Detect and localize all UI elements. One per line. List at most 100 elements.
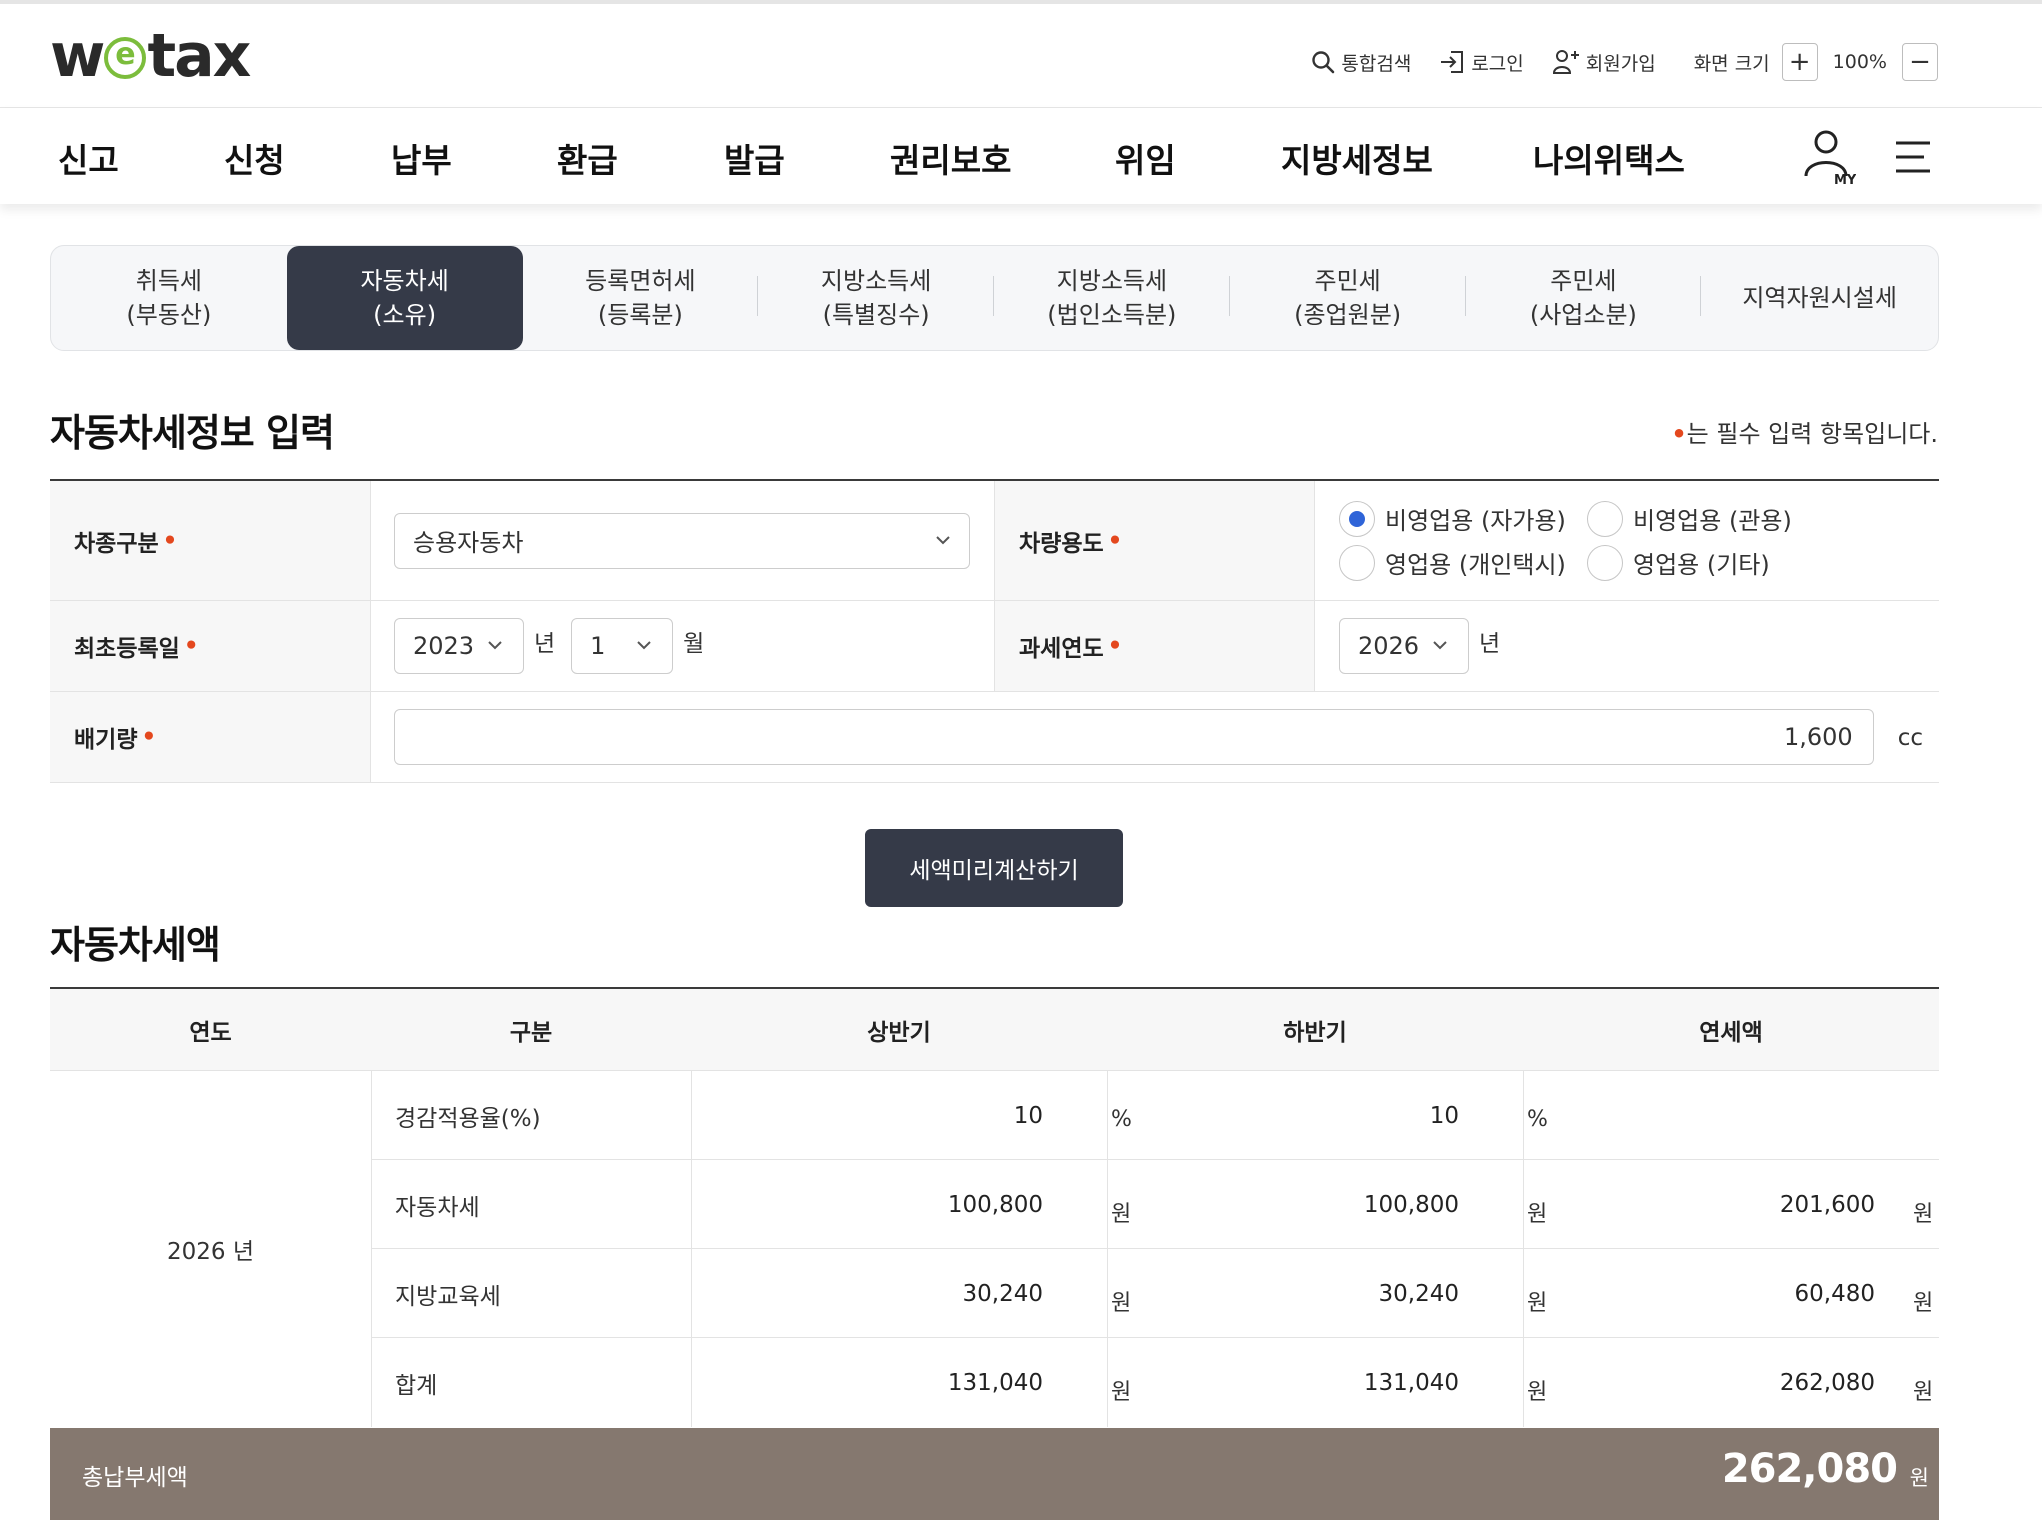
zoom-out-button[interactable]: −	[1902, 43, 1938, 81]
row-category: 자동차세	[395, 1194, 480, 1221]
header-annual: 연세액	[1699, 1020, 1763, 1046]
year-unit: 년	[1479, 631, 1501, 657]
nav-item-payment[interactable]: 납부	[391, 134, 452, 182]
radio-non-commercial-government[interactable]: 비영업용 (관용)	[1587, 499, 1837, 539]
tab-label-line1: 지역자원시설세	[1742, 284, 1897, 312]
tab-label-line2: (등록분)	[597, 301, 683, 329]
result-table-header: 연도 구분 상반기 하반기 연세액	[50, 989, 1939, 1071]
search-icon	[1312, 51, 1335, 74]
radio-label: 비영업용 (자가용)	[1385, 507, 1566, 535]
radio-circle	[1339, 544, 1375, 581]
table-divider	[1107, 1071, 1108, 1427]
search-link[interactable]: 통합검색	[1311, 49, 1411, 76]
form-row-displacement: 배기량• cc	[50, 692, 1939, 783]
tab-regional-resource-facility-tax[interactable]: 지역자원시설세	[1701, 246, 1938, 350]
table-row: 지방교육세 30,240 원 30,240 원 60,480 원	[371, 1249, 1939, 1338]
first-registration-year-value: 2023	[413, 632, 475, 660]
add-user-icon	[1552, 50, 1579, 74]
logo-text-tax: tax	[147, 21, 251, 91]
main-nav: 신고 신청 납부 환급 발급 권리보호 위임 지방세정보 나의위택스 MY	[0, 108, 2042, 204]
tab-resident-tax-employee[interactable]: 주민세 (종업원분)	[1230, 246, 1466, 350]
logo-e-circle: e	[104, 37, 147, 79]
login-icon	[1441, 51, 1464, 73]
chevron-down-icon	[637, 641, 651, 650]
my-page-icon[interactable]: MY	[1800, 126, 1856, 186]
radio-commercial-private-taxi[interactable]: 영업용 (개인택시)	[1339, 543, 1587, 583]
result-section-title: 자동차세액	[50, 923, 221, 967]
radio-circle	[1587, 544, 1623, 581]
radio-non-commercial-private[interactable]: 비영업용 (자가용)	[1339, 499, 1587, 539]
row-category: 지방교육세	[395, 1283, 501, 1310]
row-category: 합계	[395, 1372, 438, 1399]
site-header: w e tax 통합검색 로그인 회원가입 화면 크기 + 100% −	[0, 4, 2042, 108]
tab-registration-license-tax[interactable]: 등록면허세 (등록분)	[523, 246, 759, 350]
vehicle-type-select[interactable]: 승용자동차	[394, 512, 970, 569]
form-divider	[1314, 601, 1315, 691]
nav-item-local-tax-info[interactable]: 지방세정보	[1281, 134, 1433, 182]
displacement-input[interactable]	[394, 709, 1874, 765]
login-link[interactable]: 로그인	[1439, 49, 1524, 76]
tab-local-income-tax-corporate[interactable]: 지방소득세 (법인소득분)	[994, 246, 1230, 350]
first-registration-year-select[interactable]: 2023	[394, 618, 524, 674]
row-annual: 262,080	[1779, 1369, 1875, 1396]
header-year: 연도	[189, 1020, 232, 1046]
tab-label-line1: 취득세	[135, 267, 202, 295]
search-link-label: 통합검색	[1341, 52, 1412, 75]
tab-label-line1: 자동차세	[360, 267, 449, 295]
tab-local-income-tax-withholding[interactable]: 지방소득세 (특별징수)	[758, 246, 994, 350]
nav-item-report[interactable]: 신고	[58, 134, 119, 182]
nav-item-rights[interactable]: 권리보호	[890, 134, 1011, 182]
tab-label-line1: 지방소득세	[820, 267, 932, 295]
header-category: 구분	[509, 1020, 553, 1046]
first-registration-cell: 2023 년 1 월	[394, 601, 974, 691]
row-second-half: 100,800	[1363, 1191, 1459, 1218]
row-annual-unit: 원	[1913, 1380, 1934, 1405]
row-annual: 60,480	[1794, 1280, 1875, 1307]
row-annual: 201,600	[1779, 1191, 1875, 1218]
vehicle-type-label: 차종구분 •	[50, 481, 370, 600]
vehicle-type-value: 승용자동차	[413, 529, 524, 557]
usage-label: 차량용도 •	[995, 481, 1315, 600]
result-year: 2026 년	[166, 1239, 254, 1265]
month-unit: 월	[683, 631, 705, 657]
nav-item-issue[interactable]: 발급	[724, 134, 785, 182]
first-registration-label-text: 최초등록일	[74, 636, 180, 662]
usage-radio-group: 비영업용 (자가용) 비영업용 (관용) 영업용 (개인택시) 영업용 (기타)	[1315, 499, 1837, 583]
required-dot: •	[162, 527, 178, 554]
tax-year-value: 2026	[1358, 632, 1420, 660]
nav-item-refund[interactable]: 환급	[557, 134, 618, 182]
calculate-tax-button[interactable]: 세액미리계산하기	[865, 829, 1123, 907]
wetax-logo[interactable]: w e tax	[50, 21, 251, 91]
usage-cell: 비영업용 (자가용) 비영업용 (관용) 영업용 (개인택시) 영업용 (기타)	[1315, 481, 1939, 600]
zoom-value: 100%	[1832, 51, 1887, 73]
table-divider	[1523, 1071, 1524, 1427]
required-note: •는 필수 입력 항목입니다.	[1671, 414, 1938, 449]
radio-circle	[1339, 500, 1375, 537]
tax-year-select[interactable]: 2026	[1339, 618, 1469, 674]
row-category: 경감적용율(%)	[395, 1105, 541, 1132]
vehicle-tax-result-table: 연도 구분 상반기 하반기 연세액 2026 년 경감적용율(%) 10 % 1…	[50, 987, 1939, 1427]
radio-circle	[1587, 500, 1623, 537]
hamburger-menu-icon[interactable]	[1894, 140, 1932, 174]
tab-vehicle-tax[interactable]: 자동차세 (소유)	[286, 246, 523, 350]
zoom-in-button[interactable]: +	[1781, 43, 1818, 81]
tab-acquisition-tax[interactable]: 취득세 (부동산)	[51, 246, 287, 350]
logo-text-e: e	[115, 37, 136, 72]
table-divider	[371, 1071, 372, 1427]
radio-commercial-other[interactable]: 영업용 (기타)	[1587, 543, 1837, 583]
first-registration-month-value: 1	[590, 632, 606, 660]
chevron-down-icon	[936, 535, 950, 544]
first-registration-month-select[interactable]: 1	[571, 618, 674, 674]
vehicle-info-form: 차종구분 • 승용자동차 차량용도 • 비영업용 (자가용) 비영업용 (관용) 영…	[50, 479, 1939, 783]
nav-item-my-wetax[interactable]: 나의위택스	[1533, 134, 1685, 182]
nav-item-apply[interactable]: 신청	[224, 134, 285, 182]
login-link-label: 로그인	[1471, 52, 1524, 75]
table-divider	[691, 1071, 692, 1427]
utility-menu: 통합검색 로그인 회원가입 화면 크기 + 100% −	[1283, 42, 1938, 82]
row-second-half: 10	[1429, 1102, 1459, 1129]
nav-item-delegation[interactable]: 위임	[1115, 134, 1176, 182]
signup-link[interactable]: 회원가입	[1552, 49, 1656, 76]
tab-resident-tax-business[interactable]: 주민세 (사업소분)	[1466, 246, 1702, 350]
tab-label-line2: (사업소분)	[1529, 301, 1637, 329]
header-second-half: 하반기	[1283, 1020, 1347, 1046]
